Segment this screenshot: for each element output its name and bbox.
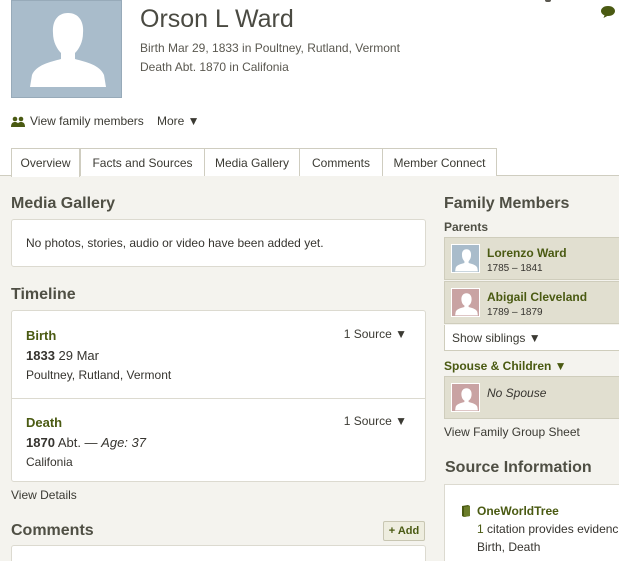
no-spouse-text: No Spouse <box>487 386 547 400</box>
spouse-children-toggle[interactable]: Spouse & Children ▼ <box>444 359 567 373</box>
view-family-group-sheet-link[interactable]: View Family Group Sheet <box>444 425 580 439</box>
timeline-event: Birth 1 Source ▼ 1833 29 Mar Poultney, R… <box>12 311 425 399</box>
event-source-dropdown[interactable]: 1 Source ▼ <box>344 414 407 428</box>
tab-media-gallery[interactable]: Media Gallery <box>204 148 300 176</box>
person-silhouette-icon <box>455 293 478 316</box>
citation-count[interactable]: 1 <box>477 522 484 536</box>
source-name-link[interactable]: OneWorldTree <box>477 504 559 518</box>
view-details-link[interactable]: View Details <box>11 488 77 502</box>
death-summary: Death Abt. 1870 in Califonia <box>140 60 289 74</box>
person-silhouette-icon <box>455 388 478 411</box>
show-siblings-toggle[interactable]: Show siblings ▼ <box>444 325 619 351</box>
comments-heading: Comments <box>11 522 94 539</box>
event-year: 1870 <box>26 435 55 450</box>
birth-summary: Birth Mar 29, 1833 in Poultney, Rutland,… <box>140 41 400 55</box>
event-date-rest: 29 Mar <box>54 348 99 363</box>
event-title: Death <box>26 415 63 430</box>
media-empty-text: No photos, stories, audio or video have … <box>26 236 324 250</box>
profile-photo[interactable] <box>11 0 122 98</box>
parent-row-father[interactable]: Lorenzo Ward 1785 – 1841 <box>444 237 619 280</box>
parent-years: 1785 – 1841 <box>487 263 543 274</box>
media-gallery-heading: Media Gallery <box>11 195 116 212</box>
event-date: 1870 Abt. — Age: 37 <box>26 435 146 450</box>
top-fragment <box>545 0 551 2</box>
citation-line: 1 citation provides evidenc <box>477 522 618 536</box>
event-place: Poultney, Rutland, Vermont <box>26 368 172 382</box>
parent-name[interactable]: Abigail Cleveland <box>487 290 587 304</box>
comment-bubble-icon[interactable] <box>600 5 616 24</box>
source-card: OneWorldTree 1 citation provides evidenc… <box>444 484 619 561</box>
event-age: Age: 37 <box>101 435 146 450</box>
book-icon <box>462 505 470 517</box>
avatar <box>451 288 480 317</box>
avatar <box>451 244 480 273</box>
tab-facts-and-sources[interactable]: Facts and Sources <box>80 148 205 176</box>
avatar <box>451 383 480 412</box>
person-name: Orson L Ward <box>140 5 294 33</box>
parent-years: 1789 – 1879 <box>487 307 543 318</box>
parent-row-mother[interactable]: Abigail Cleveland 1789 – 1879 <box>444 281 619 324</box>
more-menu[interactable]: More ▼ <box>157 114 200 128</box>
parent-name[interactable]: Lorenzo Ward <box>487 246 567 260</box>
source-information-heading: Source Information <box>445 459 592 476</box>
event-date-rest: Abt. — <box>54 435 102 450</box>
tab-member-connect[interactable]: Member Connect <box>382 148 497 176</box>
family-icon <box>11 116 25 127</box>
timeline-card: Birth 1 Source ▼ 1833 29 Mar Poultney, R… <box>11 310 426 482</box>
person-silhouette-icon <box>30 13 106 87</box>
event-date: 1833 29 Mar <box>26 348 99 363</box>
event-title: Birth <box>26 328 57 343</box>
view-family-members-link[interactable]: View family members <box>11 114 144 128</box>
add-comment-button[interactable]: + Add <box>383 521 425 541</box>
citation-text: citation provides evidenc <box>483 522 619 536</box>
event-source-dropdown[interactable]: 1 Source ▼ <box>344 327 407 341</box>
tab-bar: Overview Facts and Sources Media Gallery… <box>0 148 619 177</box>
comments-card <box>11 545 426 561</box>
event-year: 1833 <box>26 348 55 363</box>
parents-label: Parents <box>444 220 489 234</box>
timeline-heading: Timeline <box>11 286 76 303</box>
tab-overview[interactable]: Overview <box>11 148 80 177</box>
spouse-row: No Spouse <box>444 376 619 419</box>
person-silhouette-icon <box>455 249 478 272</box>
family-members-heading: Family Members <box>444 195 570 212</box>
tab-comments[interactable]: Comments <box>299 148 383 176</box>
view-family-members-label: View family members <box>30 114 144 128</box>
event-place: Califonia <box>26 455 73 469</box>
source-facts: Birth, Death <box>477 540 541 554</box>
timeline-event: Death 1 Source ▼ 1870 Abt. — Age: 37 Cal… <box>12 399 425 481</box>
media-gallery-card: No photos, stories, audio or video have … <box>11 219 426 267</box>
